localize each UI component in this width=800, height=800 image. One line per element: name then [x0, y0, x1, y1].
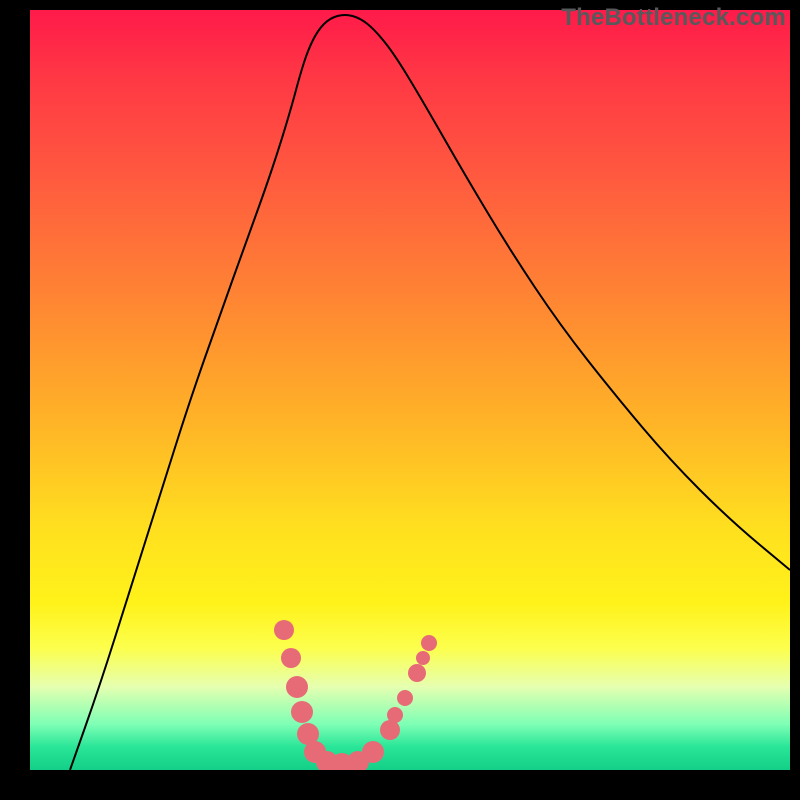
- chart-frame: TheBottleneck.com: [0, 0, 800, 800]
- bottleneck-curve: [70, 15, 790, 770]
- data-marker: [291, 701, 313, 723]
- data-marker: [286, 676, 308, 698]
- curve-layer: [30, 10, 790, 770]
- data-marker: [416, 651, 430, 665]
- plot-area: [30, 10, 790, 770]
- data-marker: [408, 664, 426, 682]
- data-marker: [421, 635, 437, 651]
- data-marker: [387, 707, 403, 723]
- data-marker: [380, 720, 400, 740]
- data-markers: [274, 620, 437, 770]
- data-marker: [397, 690, 413, 706]
- data-marker: [274, 620, 294, 640]
- data-marker: [281, 648, 301, 668]
- data-marker: [362, 741, 384, 763]
- watermark-text: TheBottleneck.com: [561, 4, 786, 32]
